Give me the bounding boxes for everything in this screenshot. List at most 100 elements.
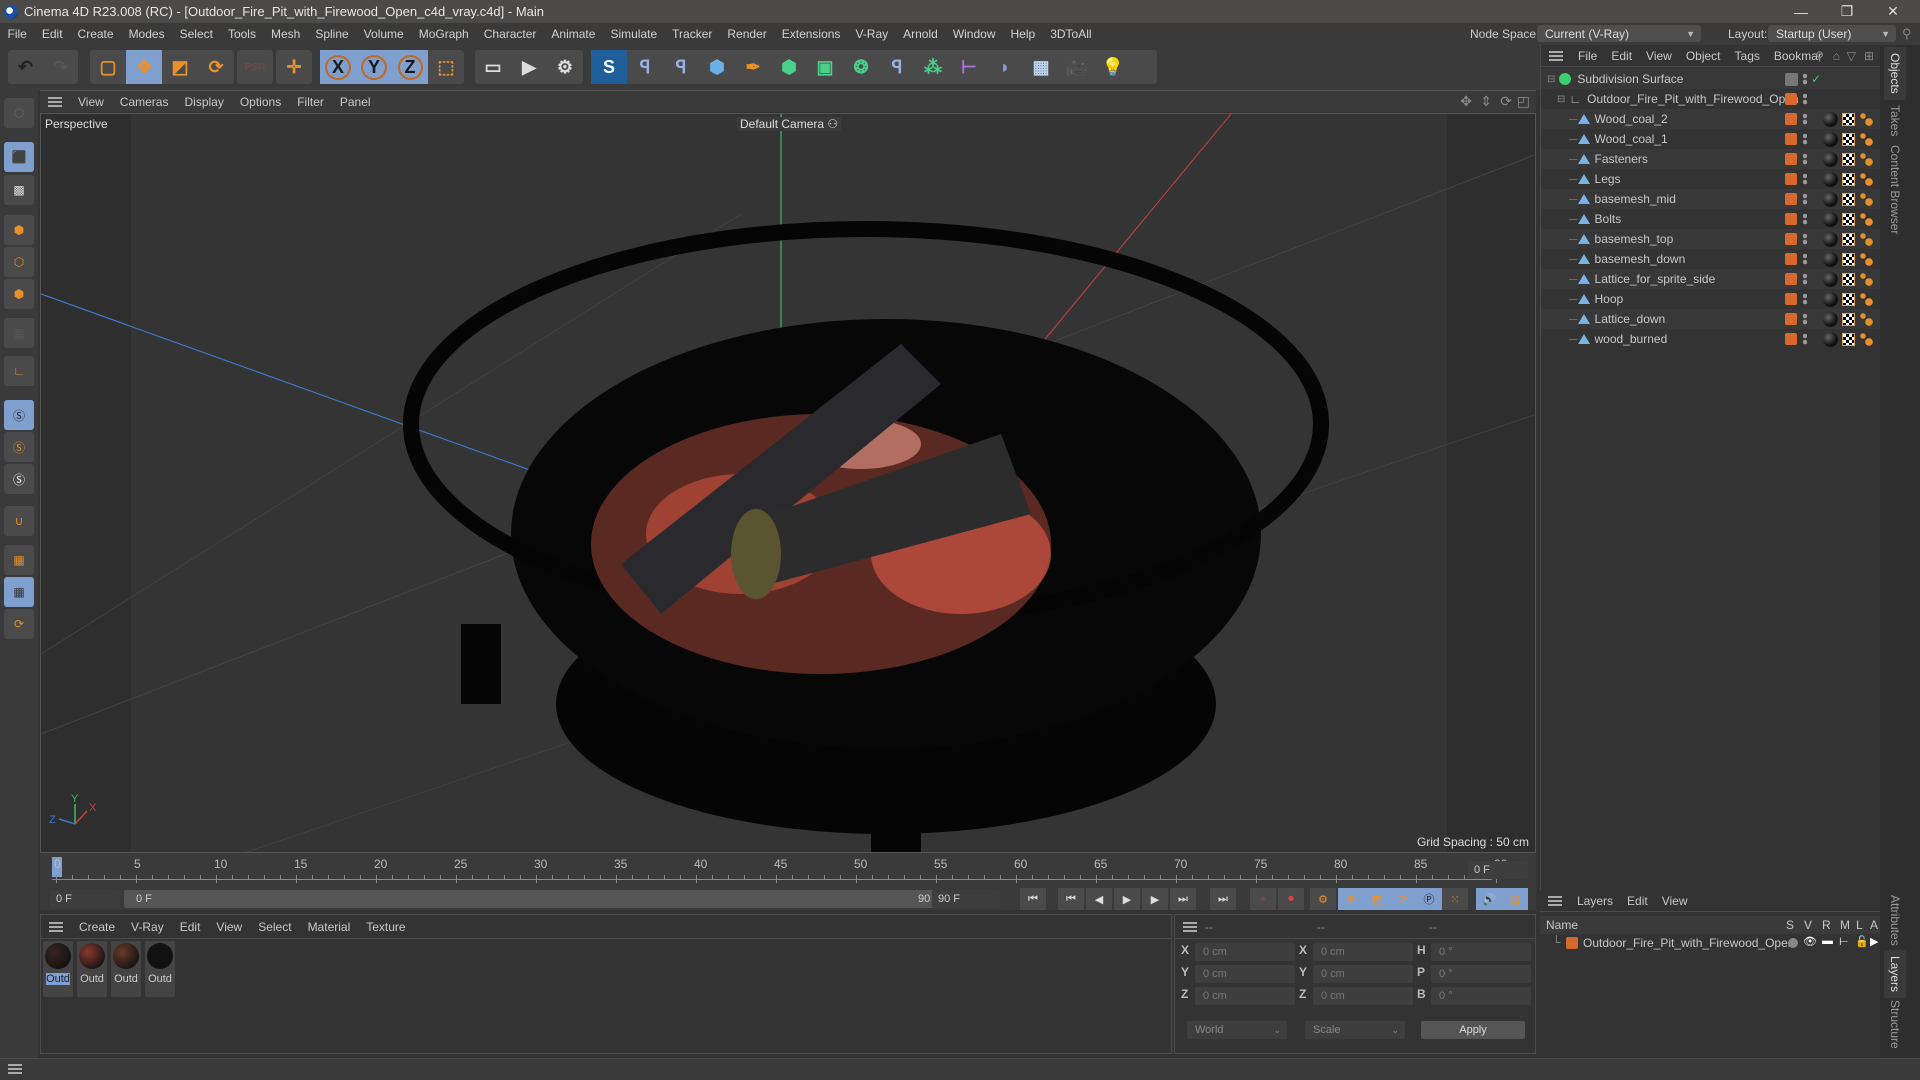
material-menu-texture[interactable]: Texture (358, 920, 413, 934)
floor-icon[interactable]: ▦ (1023, 50, 1059, 84)
layer-menu-edit[interactable]: Edit (1620, 894, 1655, 908)
tab-attributes[interactable]: Attributes (1888, 895, 1902, 946)
previous-key-button[interactable]: ⏮ (1058, 888, 1084, 910)
scale-icon[interactable]: ◩ (162, 50, 198, 84)
selection-tag-icon[interactable] (1859, 112, 1873, 126)
uvw-tag-icon[interactable] (1842, 232, 1855, 246)
selection-tag-icon[interactable] (1859, 172, 1873, 186)
status-menu-icon[interactable] (8, 1064, 22, 1074)
visibility-dots[interactable] (1803, 133, 1807, 145)
layer-menu-icon[interactable] (1548, 895, 1562, 906)
texture-mode-icon[interactable]: ▩ (4, 175, 34, 205)
material-tag-icon[interactable] (1823, 311, 1838, 327)
home-icon[interactable]: ⌂ (1833, 49, 1840, 63)
lock-workplane-icon[interactable]: ▦ (4, 577, 34, 607)
key-scale-icon[interactable]: ◩ (1364, 888, 1390, 910)
start-frame-field[interactable]: 0 F (50, 890, 120, 908)
uvw-tag-icon[interactable] (1842, 192, 1855, 206)
search-icon[interactable]: ⚲ (1902, 26, 1912, 42)
rotation-field[interactable]: 0 ° (1431, 965, 1531, 983)
render-settings-icon[interactable]: ⚙ (547, 50, 583, 84)
frame-range-slider[interactable]: 0 F 90 F (124, 890, 952, 908)
position-field[interactable]: 0 cm (1195, 943, 1295, 961)
psr-icon[interactable]: PSR (237, 50, 273, 84)
object-menu-view[interactable]: View (1639, 49, 1679, 63)
next-frame-button[interactable]: ▶ (1142, 888, 1168, 910)
menu-create[interactable]: Create (70, 27, 121, 41)
tab-content-browser[interactable]: Content Browser (1888, 145, 1902, 234)
size-field[interactable]: 0 cm (1313, 987, 1413, 1005)
menu-window[interactable]: Window (945, 27, 1003, 41)
material-swatch[interactable]: Outd (77, 941, 107, 997)
visibility-dots[interactable] (1803, 153, 1807, 165)
selection-tag-icon[interactable] (1859, 212, 1873, 226)
manager-icon[interactable]: ⊢ (1839, 935, 1849, 948)
symmetry-icon[interactable]: ⊢ (951, 50, 987, 84)
current-frame-field[interactable]: 0 F (1468, 861, 1528, 879)
x-axis-icon[interactable]: X (320, 50, 356, 84)
viewport-menu-display[interactable]: Display (176, 95, 231, 109)
menu-volume[interactable]: Volume (356, 27, 411, 41)
uvw-tag-icon[interactable] (1842, 252, 1855, 266)
render-view-icon[interactable]: ▭ (475, 50, 511, 84)
material-menu-create[interactable]: Create (71, 920, 123, 934)
visibility-dots[interactable] (1803, 233, 1807, 245)
tab-layers[interactable]: Layers (1884, 950, 1906, 999)
layer-color-swatch[interactable] (1566, 937, 1578, 949)
menu-select[interactable]: Select (172, 27, 220, 41)
toggle-view-icon[interactable]: ◰ (1517, 93, 1530, 110)
python-icon-3[interactable]: ꟼ (879, 50, 915, 84)
workplane-icon[interactable]: ▦ (4, 545, 34, 575)
visibility-dots[interactable] (1803, 193, 1807, 205)
layer-menu-layers[interactable]: Layers (1570, 894, 1620, 908)
record-keys-icon[interactable]: ● (1250, 888, 1276, 910)
object-row[interactable]: ─ Wood_coal_1 (1541, 129, 1880, 149)
object-menu-object[interactable]: Object (1679, 49, 1728, 63)
object-row[interactable]: ─ wood_burned (1541, 329, 1880, 349)
coordinates-menu-icon[interactable] (1183, 921, 1197, 932)
vray-icon[interactable]: S (591, 50, 627, 84)
menu-character[interactable]: Character (476, 27, 544, 41)
material-tag-icon[interactable] (1823, 211, 1838, 227)
selection-tag-icon[interactable] (1859, 232, 1873, 246)
material-menu-icon[interactable] (49, 921, 63, 932)
selection-tag-icon[interactable] (1859, 292, 1873, 306)
material-tag-icon[interactable] (1823, 251, 1838, 267)
visibility-dots[interactable] (1803, 313, 1807, 325)
material-menu-view[interactable]: View (208, 920, 250, 934)
selection-tag-icon[interactable] (1859, 272, 1873, 286)
visibility-dots[interactable] (1803, 113, 1807, 125)
menu-mograph[interactable]: MoGraph (411, 27, 476, 41)
snap-icon[interactable]: Ⓢ (4, 400, 34, 430)
filter-icon[interactable]: ▽ (1847, 49, 1856, 63)
visibility-dots[interactable] (1803, 173, 1807, 185)
rotation-field[interactable]: 0 ° (1431, 987, 1531, 1005)
key-parameter-icon[interactable]: Ⓟ (1416, 888, 1442, 910)
visibility-dots[interactable] (1803, 333, 1807, 345)
layer-color-swatch[interactable] (1785, 93, 1797, 105)
tab-takes[interactable]: Takes (1888, 105, 1902, 136)
selection-tag-icon[interactable] (1859, 192, 1873, 206)
next-key-button[interactable]: ⏭ (1170, 888, 1196, 910)
object-row[interactable]: ─ Lattice_for_sprite_side (1541, 269, 1880, 289)
make-editable-icon[interactable]: ⬡ (4, 98, 34, 128)
uvw-tag-icon[interactable] (1842, 112, 1855, 126)
menu-edit[interactable]: Edit (34, 27, 70, 41)
layer-color-swatch[interactable] (1785, 333, 1797, 345)
uvw-tag-icon[interactable] (1842, 132, 1855, 146)
visible-eye-icon[interactable]: 👁 (1803, 935, 1817, 948)
menu-help[interactable]: Help (1003, 27, 1043, 41)
material-tag-icon[interactable] (1823, 171, 1838, 187)
bend-icon[interactable]: ◗ (987, 50, 1023, 84)
menu-extensions[interactable]: Extensions (774, 27, 848, 41)
menu-3dtoall[interactable]: 3DToAll (1043, 27, 1099, 41)
object-row[interactable]: ─ Fasteners (1541, 149, 1880, 169)
apply-button[interactable]: Apply (1421, 1021, 1525, 1039)
key-pla-icon[interactable]: ⁙ (1442, 888, 1468, 910)
menu-render[interactable]: Render (720, 27, 774, 41)
model-mode-icon[interactable]: ⬛ (4, 142, 34, 172)
material-swatch[interactable]: Outd (43, 941, 73, 997)
object-row[interactable]: ─ basemesh_down (1541, 249, 1880, 269)
timeline-icon[interactable]: ▤ (1502, 888, 1528, 910)
play-button[interactable]: ▶ (1114, 888, 1140, 910)
